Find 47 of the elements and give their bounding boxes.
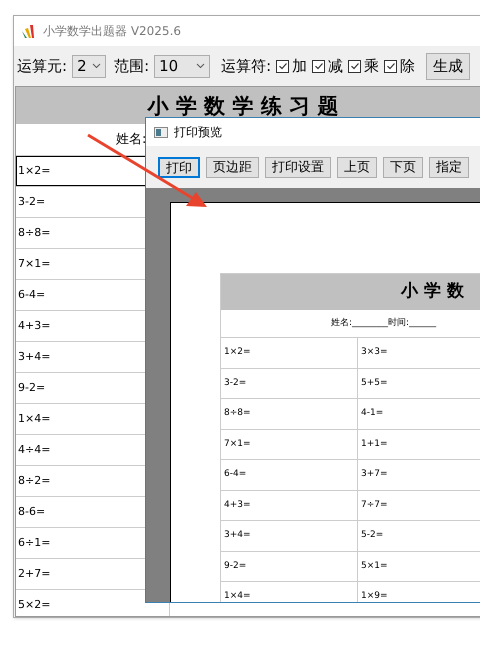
- checkbox[interactable]: [276, 60, 290, 72]
- dialog-title: 打印预览: [174, 124, 222, 141]
- app-logo-icon: [22, 24, 37, 38]
- question-cell: 6-4=: [221, 460, 358, 490]
- question-cell: 4+3=: [221, 490, 358, 520]
- checkbox[interactable]: [384, 60, 398, 72]
- page-title: 小 学 数: [221, 274, 480, 310]
- question-cell: 4-1=: [358, 399, 480, 428]
- dropdown[interactable]: 2: [72, 54, 106, 78]
- dropdown[interactable]: 10: [154, 54, 210, 78]
- toolbar-button[interactable]: 上页: [337, 156, 377, 178]
- checkbox[interactable]: [348, 60, 362, 72]
- range-label: 范围:: [114, 56, 150, 77]
- operators-label: 运算符:: [221, 56, 272, 77]
- question-cell: 5-2=: [358, 521, 480, 550]
- toolbar-button[interactable]: 页边距: [206, 156, 259, 178]
- checkbox-label: 加: [292, 56, 308, 77]
- toolbar-button[interactable]: 打印: [158, 156, 200, 178]
- chevron-down-icon: [196, 63, 206, 69]
- operand-count-label: 运算元:: [17, 56, 68, 77]
- toolbar-button[interactable]: 指定: [429, 156, 469, 178]
- question-cell: 3+7=: [358, 460, 480, 490]
- question-cell: 5×1=: [358, 552, 480, 581]
- question-cell: 5+5=: [358, 368, 480, 398]
- question-cell: 1×9=: [358, 582, 480, 602]
- question-cell: 7÷7=: [358, 490, 480, 520]
- window-title: 小学数学出题器 V2025.6: [43, 23, 182, 40]
- chevron-down-icon: [92, 63, 102, 69]
- question-cell: 3-2=: [221, 368, 358, 398]
- generate-button[interactable]: 生成: [426, 52, 470, 80]
- question-cell: 3+4=: [221, 521, 358, 550]
- name-label: 姓名:: [116, 130, 146, 149]
- checkbox[interactable]: [312, 60, 326, 72]
- toolbar-button[interactable]: 下页: [383, 156, 423, 178]
- question-cell: 7×1=: [221, 430, 358, 459]
- checkbox-label: 除: [400, 56, 416, 77]
- question-cell: 1×4=: [221, 582, 358, 602]
- question-cell: 1+1=: [358, 430, 480, 459]
- question-cell: 3×3=: [358, 338, 480, 368]
- question-cell: 8÷8=: [221, 399, 358, 428]
- question-cell: 1×2=: [221, 338, 358, 368]
- question-cell: 9-2=: [221, 552, 358, 581]
- checkbox-label: 减: [328, 56, 344, 77]
- name-time-line: 姓名:________时间:______: [331, 316, 436, 330]
- window-icon: [154, 126, 168, 138]
- toolbar-button[interactable]: 打印设置: [265, 156, 331, 178]
- checkbox-label: 乘: [364, 56, 380, 77]
